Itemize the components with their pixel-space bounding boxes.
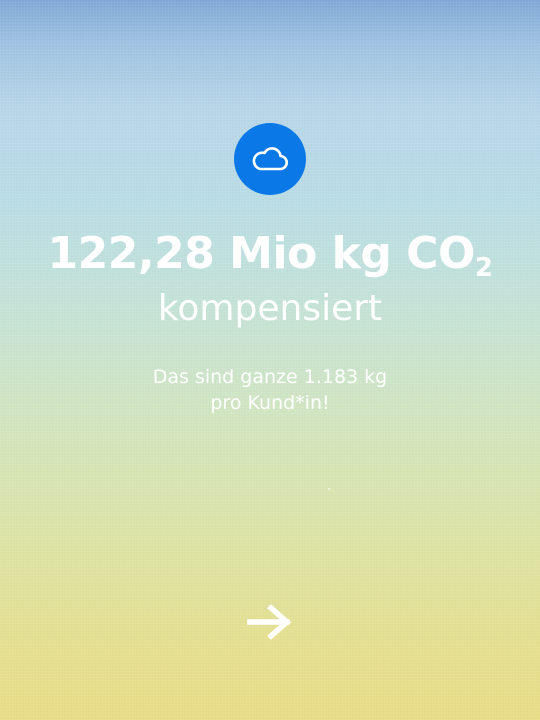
per-customer-text: Das sind ganze 1.183 kg pro Kund*in! — [0, 364, 540, 416]
cloud-badge — [234, 123, 306, 195]
body-line-1: Das sind ganze 1.183 kg — [152, 366, 388, 388]
headline-value: 122,28 Mio kg CO — [47, 228, 476, 279]
cloud-icon — [252, 147, 289, 171]
co2-headline: 122,28 Mio kg CO2 — [0, 224, 540, 290]
body-line-2: pro Kund*in! — [210, 392, 330, 414]
subheadline: kompensiert — [157, 288, 383, 329]
arrow-right-icon — [247, 604, 292, 640]
story-slide: 122,28 Mio kg CO2 kompensiert Das sind g… — [0, 0, 540, 720]
next-button[interactable] — [246, 602, 294, 642]
headline-subscript: 2 — [474, 253, 493, 283]
decorative-dot — [328, 488, 330, 490]
